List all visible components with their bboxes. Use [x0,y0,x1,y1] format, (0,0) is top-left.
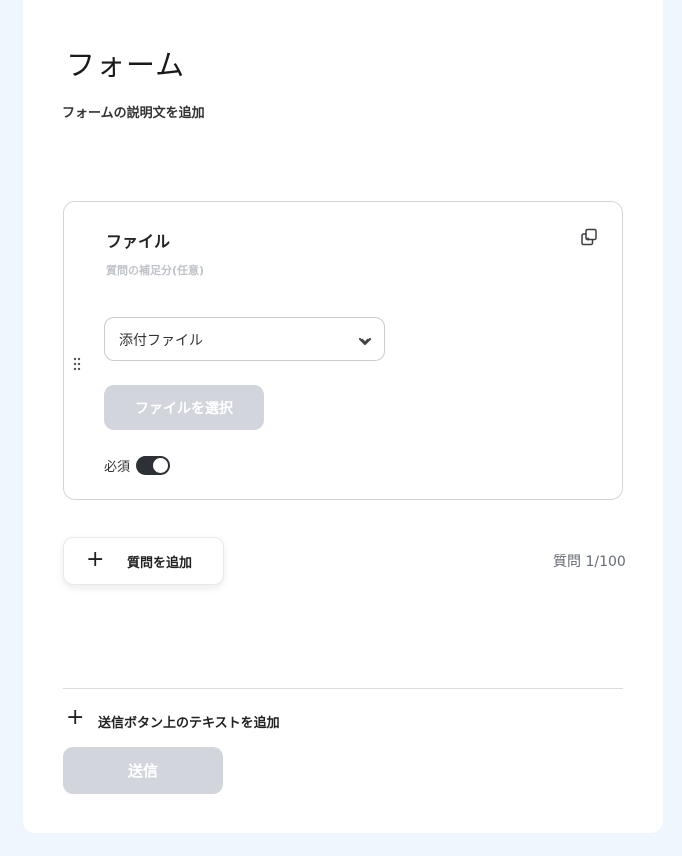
required-label: 必須 [104,460,131,475]
question-count: 質問 1/100 [553,554,626,570]
required-toggle[interactable] [136,456,170,475]
question-type-value: 添付ファイル [119,333,203,349]
question-supplement-input[interactable]: 質問の補足分(任意) [106,262,204,278]
question-card[interactable]: ファイル 質問の補足分(任意) 添付ファイル ファイルを選択 必須 [63,201,623,500]
toggle-knob [153,458,168,473]
plus-icon: + [86,547,105,572]
plus-icon: + [66,705,85,730]
question-type-select[interactable]: 添付ファイル [104,317,385,361]
drag-handle-icon[interactable] [72,356,82,371]
divider [63,688,623,689]
form-title[interactable]: フォーム [66,42,185,84]
question-title[interactable]: ファイル [106,228,170,252]
submit-button[interactable]: 送信 [63,747,223,794]
form-description-input[interactable]: フォームの説明文を追加 [62,102,205,121]
add-question-label: 質問を追加 [127,556,193,571]
copy-icon[interactable] [580,228,598,246]
chevron-down-icon [358,333,372,346]
add-question-button[interactable]: + 質問を追加 [63,537,224,585]
add-submit-text-label: 送信ボタン上のテキストを追加 [98,716,280,731]
select-file-button[interactable]: ファイルを選択 [104,385,264,430]
